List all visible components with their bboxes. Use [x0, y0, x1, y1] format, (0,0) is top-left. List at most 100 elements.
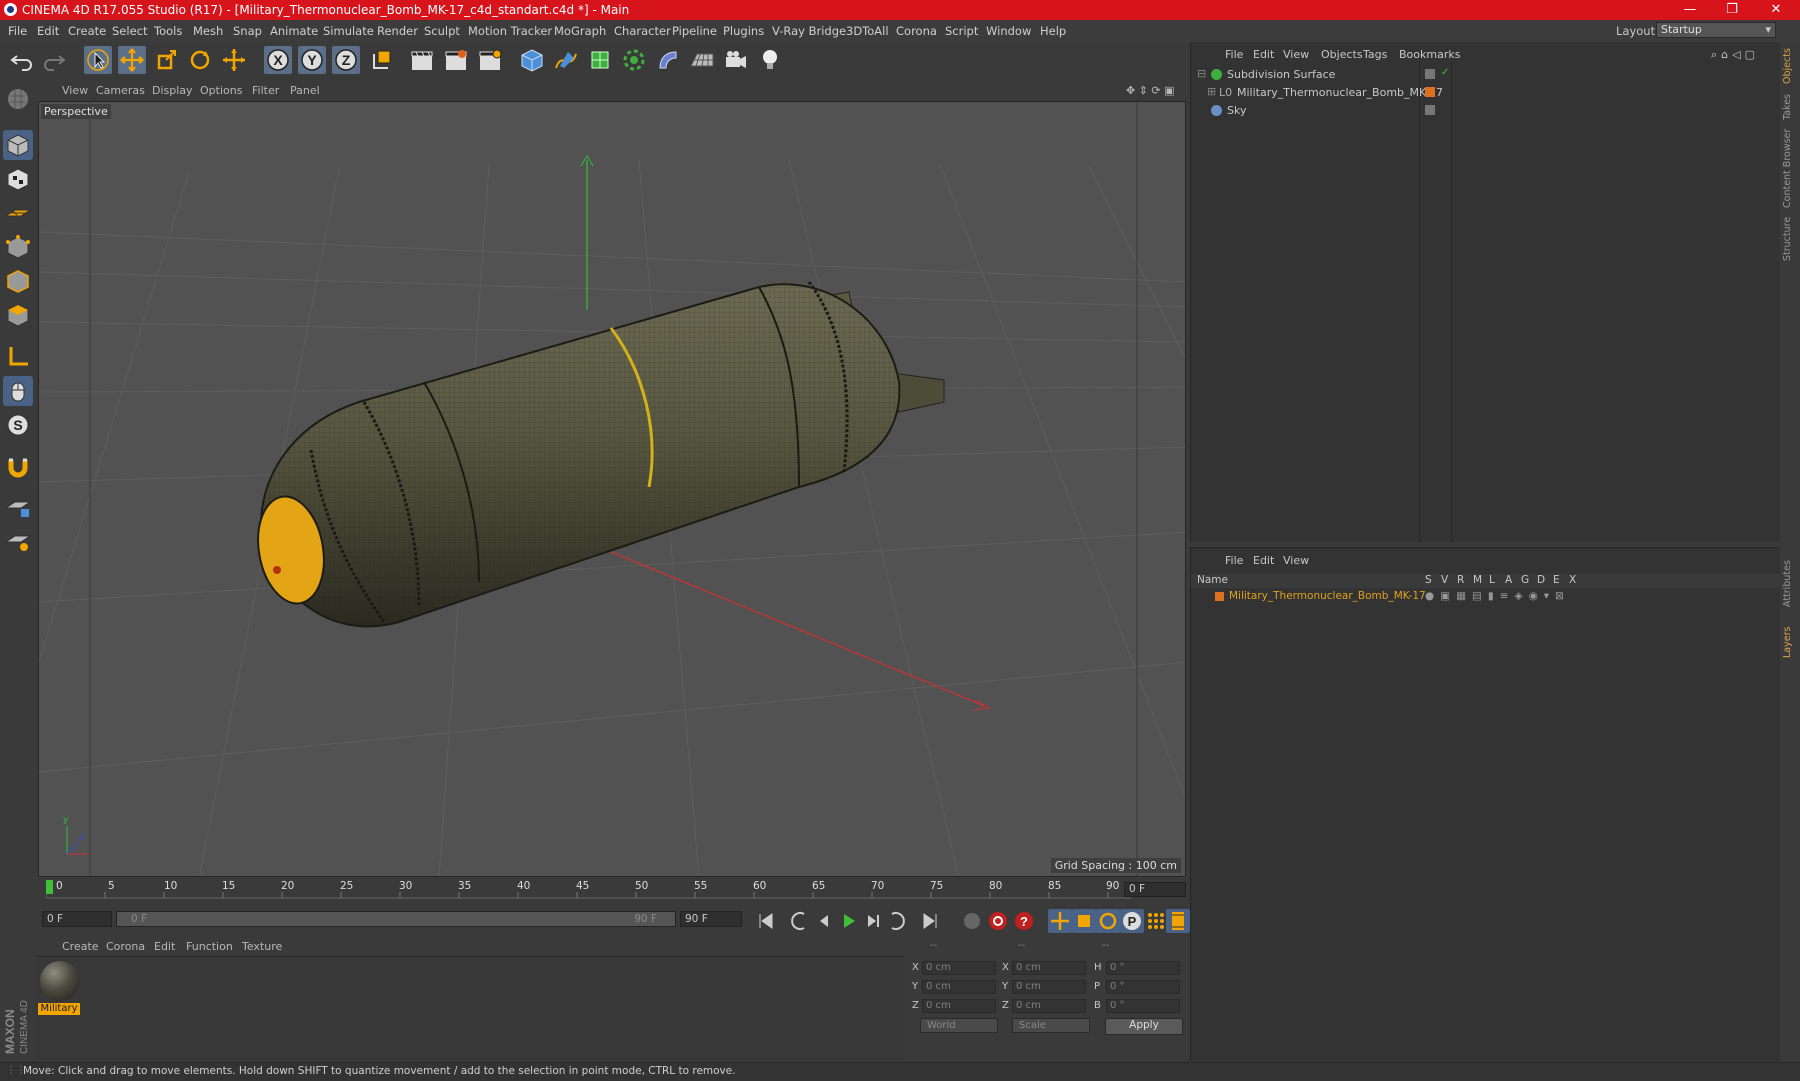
autokey-button[interactable] — [986, 909, 1010, 933]
col-solo[interactable]: S — [1425, 574, 1432, 586]
layer-menu-file[interactable]: File — [1225, 554, 1243, 567]
coord-pos-y-field[interactable]: 0 cm — [922, 980, 996, 994]
coord-size-z-field[interactable]: 0 cm — [1012, 999, 1086, 1013]
model-mode-button[interactable] — [3, 130, 33, 160]
material-menu-edit[interactable]: Edit — [154, 940, 175, 953]
lock-workplane-button[interactable] — [3, 492, 33, 522]
tab-objects[interactable]: Objects — [1782, 46, 1798, 86]
transform-tool-button[interactable] — [220, 46, 248, 74]
coord-size-y-field[interactable]: 0 cm — [1012, 980, 1086, 994]
tab-content-browser[interactable]: Content Browser — [1782, 128, 1798, 208]
add-cube-button[interactable] — [518, 46, 546, 74]
layout-dropdown[interactable]: Startup — [1656, 22, 1776, 38]
move-tool-button[interactable] — [118, 46, 146, 74]
x-axis-lock-button[interactable]: X — [264, 46, 292, 74]
viewport-menu-display[interactable]: Display — [152, 84, 193, 97]
col-expressions[interactable]: E — [1553, 574, 1560, 586]
tab-takes[interactable]: Takes — [1782, 92, 1798, 122]
coord-pos-z-field[interactable]: 0 cm — [922, 999, 996, 1013]
y-axis-lock-button[interactable]: Y — [298, 46, 326, 74]
object-manager-nav-icons[interactable]: ⌕⌂◁▢ — [1711, 48, 1759, 62]
menu-motion-tracker[interactable]: Motion Tracker — [468, 24, 552, 38]
start-frame-field[interactable]: 0 F — [42, 911, 112, 927]
key-position-button[interactable] — [1048, 909, 1072, 933]
col-name[interactable]: Name — [1197, 574, 1228, 586]
make-editable-button[interactable] — [3, 84, 33, 114]
material-menu-create[interactable]: Create — [62, 940, 99, 953]
viewport-nav-icons[interactable]: ✥ ⇕ ⟳ ▣ — [1126, 84, 1175, 97]
col-xref[interactable]: X — [1569, 574, 1576, 586]
minimize-button[interactable]: — — [1670, 1, 1710, 19]
layer-row[interactable]: Military_Thermonuclear_Bomb_MK-17 ●▣▦▤▮≡… — [1191, 590, 1781, 604]
key-pla-button[interactable] — [1144, 909, 1168, 933]
record-keys-button[interactable] — [960, 909, 984, 933]
menu-animate[interactable]: Animate — [270, 24, 318, 38]
viewport-menu-panel[interactable]: Panel — [290, 84, 320, 97]
object-menu-file[interactable]: File — [1225, 48, 1243, 61]
menu-character[interactable]: Character — [614, 24, 671, 38]
menu-help[interactable]: Help — [1040, 24, 1066, 38]
previous-key-button[interactable] — [788, 909, 812, 933]
next-frame-button[interactable] — [860, 909, 884, 933]
add-floor-button[interactable] — [688, 46, 716, 74]
add-camera-button[interactable] — [722, 46, 750, 74]
coord-rot-b-field[interactable]: 0 ° — [1106, 999, 1180, 1013]
layer-name[interactable]: Military_Thermonuclear_Bomb_MK-17 — [1229, 590, 1426, 602]
material-menu-texture[interactable]: Texture — [242, 940, 282, 953]
coord-pos-x-field[interactable]: 0 cm — [922, 961, 996, 975]
key-rotation-button[interactable] — [1096, 909, 1120, 933]
expand-toggle[interactable]: ⊟ — [1197, 67, 1206, 80]
end-frame-field[interactable]: 90 F — [680, 911, 742, 927]
add-spline-button[interactable] — [552, 46, 580, 74]
points-mode-button[interactable] — [3, 232, 33, 262]
menu-render[interactable]: Render — [377, 24, 418, 38]
object-name[interactable]: Subdivision Surface — [1227, 68, 1335, 81]
object-menu-tags[interactable]: Tags — [1363, 48, 1387, 61]
object-row-bomb[interactable]: ⊞ L0 Military_Thermonuclear_Bomb_MK-17 — [1191, 85, 1781, 103]
keyframe-selection-button[interactable]: ? — [1012, 909, 1036, 933]
planar-workplane-button[interactable] — [3, 526, 33, 556]
play-button[interactable] — [836, 909, 860, 933]
col-locked[interactable]: L — [1489, 574, 1495, 586]
key-scale-button[interactable] — [1072, 909, 1096, 933]
material-menu-function[interactable]: Function — [186, 940, 233, 953]
viewport-menu-cameras[interactable]: Cameras — [96, 84, 145, 97]
go-to-start-button[interactable] — [754, 909, 778, 933]
perspective-viewport[interactable]: y z Perspective Grid Spacing : 100 cm — [38, 101, 1186, 877]
redo-button[interactable] — [40, 46, 68, 74]
material-preview-ball[interactable] — [40, 961, 80, 1001]
menu-3dtoall[interactable]: 3DToAll — [846, 24, 889, 38]
close-button[interactable]: ✕ — [1756, 1, 1796, 19]
edges-mode-button[interactable] — [3, 266, 33, 296]
enabled-check-icon[interactable]: ✓ — [1441, 67, 1449, 78]
timeline-ruler[interactable]: 0 5 10 15 20 25 30 35 40 45 50 55 60 65 … — [38, 878, 1186, 900]
coord-size-x-field[interactable]: 0 cm — [1012, 961, 1086, 975]
undo-button[interactable] — [8, 46, 36, 74]
coordinate-system-button[interactable] — [368, 46, 396, 74]
layer-menu-view[interactable]: View — [1283, 554, 1309, 567]
menu-file[interactable]: File — [8, 24, 27, 38]
tab-layers[interactable]: Layers — [1782, 622, 1798, 662]
col-generators[interactable]: G — [1521, 574, 1529, 586]
frame-range-slider[interactable]: 0 F 90 F — [116, 911, 676, 927]
object-row-subdivision[interactable]: ⊟ Subdivision Surface ✓ — [1191, 67, 1781, 85]
menu-window[interactable]: Window — [986, 24, 1031, 38]
object-menu-objects[interactable]: Objects — [1321, 48, 1363, 61]
render-view-button[interactable] — [408, 46, 436, 74]
tab-attributes[interactable]: Attributes — [1782, 554, 1798, 614]
layer-color-swatch[interactable] — [1215, 592, 1224, 601]
col-deformers[interactable]: D — [1537, 574, 1545, 586]
rotate-tool-button[interactable] — [186, 46, 214, 74]
menu-simulate[interactable]: Simulate — [323, 24, 374, 38]
expand-toggle[interactable]: ⊞ — [1207, 85, 1216, 98]
object-name[interactable]: Sky — [1227, 104, 1246, 117]
menu-snap[interactable]: Snap — [233, 24, 262, 38]
axis-mode-button[interactable] — [3, 342, 33, 372]
menu-pipeline[interactable]: Pipeline — [672, 24, 717, 38]
col-manager[interactable]: M — [1473, 574, 1482, 586]
add-deformer-button[interactable] — [654, 46, 682, 74]
layer-menu-edit[interactable]: Edit — [1253, 554, 1274, 567]
menu-script[interactable]: Script — [945, 24, 978, 38]
col-view[interactable]: V — [1441, 574, 1448, 586]
menu-mesh[interactable]: Mesh — [193, 24, 223, 38]
